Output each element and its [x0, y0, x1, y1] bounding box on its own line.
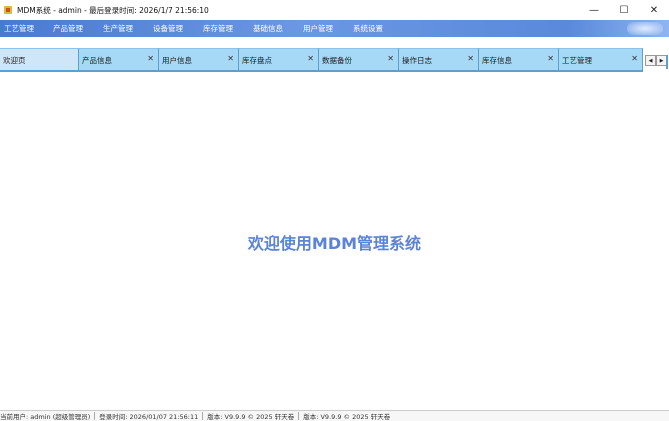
- close-icon[interactable]: ✕: [307, 54, 314, 63]
- tab-underline: [0, 70, 643, 72]
- status-bar: 当前用户: admin (超级管理员) 登录时间: 2026/01/07 21:…: [0, 410, 669, 421]
- menu-production[interactable]: 生产管理: [103, 20, 153, 37]
- tab-label: 库存信息: [482, 56, 512, 65]
- tab-label: 库存盘点: [242, 56, 272, 65]
- tab-inventory-count[interactable]: 库存盘点 ✕: [239, 48, 319, 70]
- minimize-button[interactable]: —: [579, 0, 609, 20]
- menu-users[interactable]: 用户管理: [303, 20, 353, 37]
- menu-inventory[interactable]: 库存管理: [203, 20, 253, 37]
- tab-label: 用户信息: [162, 56, 192, 65]
- tab-operation-log[interactable]: 操作日志 ✕: [399, 48, 479, 70]
- window-controls: — ☐ ✕: [579, 0, 669, 20]
- tab-user-info[interactable]: 用户信息 ✕: [159, 48, 239, 70]
- status-divider: [202, 412, 204, 420]
- welcome-message: 欢迎使用MDM管理系统: [247, 234, 422, 253]
- status-login-time: 登录时间: 2026/01/07 21:56:11: [99, 413, 199, 421]
- menu-basic-info[interactable]: 基础信息: [253, 20, 303, 37]
- status-version-secondary: 版本: V9.9.9 © 2025 轩天卷: [303, 413, 391, 421]
- tab-label: 欢迎页: [3, 56, 26, 65]
- tab-label: 操作日志: [402, 56, 432, 65]
- maximize-button[interactable]: ☐: [609, 0, 639, 20]
- menu-equipment[interactable]: 设备管理: [153, 20, 203, 37]
- tab-product-info[interactable]: 产品信息 ✕: [79, 48, 159, 70]
- close-icon[interactable]: ✕: [467, 54, 474, 63]
- tab-process-management[interactable]: 工艺管理 ✕: [559, 48, 643, 70]
- window-title: MDM系统 - admin - 最后登录时间: 2026/1/7 21:56:1…: [17, 5, 209, 15]
- app-icon: [3, 5, 13, 15]
- status-divider: [94, 412, 96, 420]
- status-divider: [298, 412, 300, 420]
- tab-bar: 欢迎页 产品信息 ✕ 用户信息 ✕ 库存盘点 ✕ 数据备份 ✕ 操作日志 ✕ 库…: [0, 48, 669, 72]
- tab-inventory-info[interactable]: 库存信息 ✕: [479, 48, 559, 70]
- close-icon[interactable]: ✕: [227, 54, 234, 63]
- close-button[interactable]: ✕: [639, 0, 669, 20]
- menu-settings[interactable]: 系统设置: [353, 20, 403, 37]
- close-icon[interactable]: ✕: [147, 54, 154, 63]
- menu-product[interactable]: 产品管理: [53, 20, 103, 37]
- tab-scroll-controls: ◀ ▶: [645, 55, 667, 66]
- tab-label: 工艺管理: [562, 56, 592, 65]
- tab-label: 产品信息: [82, 56, 112, 65]
- close-icon[interactable]: ✕: [631, 54, 638, 63]
- close-icon[interactable]: ✕: [387, 54, 394, 63]
- status-version: 版本: V9.9.9 © 2025 轩天卷: [207, 413, 295, 421]
- menu-bar: 工艺管理 产品管理 生产管理 设备管理 库存管理 基础信息 用户管理 系统设置: [0, 20, 669, 37]
- close-icon[interactable]: ✕: [547, 54, 554, 63]
- menu-glow-decoration: [627, 22, 663, 35]
- tab-edge: [666, 55, 668, 69]
- title-bar: MDM系统 - admin - 最后登录时间: 2026/1/7 21:56:1…: [0, 0, 669, 20]
- tab-label: 数据备份: [322, 56, 352, 65]
- menu-process[interactable]: 工艺管理: [4, 20, 53, 37]
- scroll-left-button[interactable]: ◀: [645, 55, 656, 66]
- status-user: 当前用户: admin (超级管理员): [0, 413, 91, 421]
- tab-data-backup[interactable]: 数据备份 ✕: [319, 48, 399, 70]
- tab-welcome[interactable]: 欢迎页: [0, 48, 79, 70]
